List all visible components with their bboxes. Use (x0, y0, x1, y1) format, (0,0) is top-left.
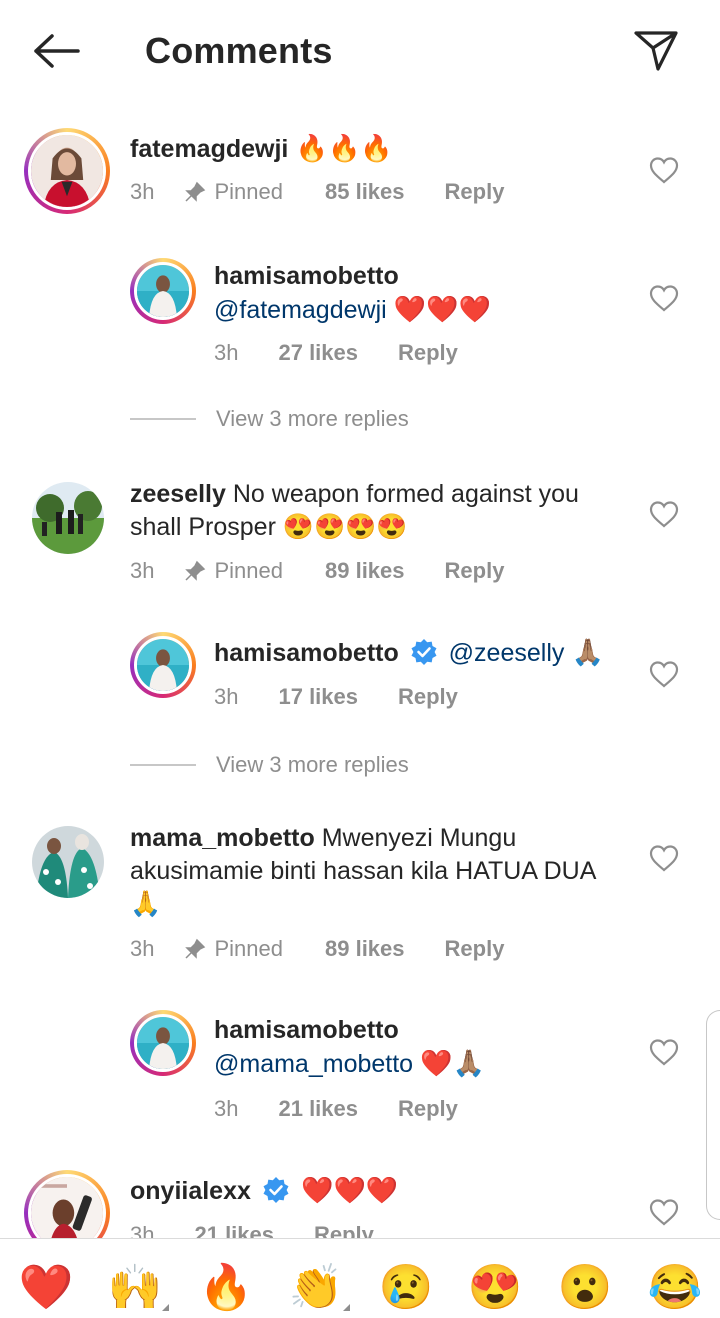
comment-username[interactable]: hamisamobetto (214, 1014, 634, 1047)
reply-button[interactable]: Reply (445, 558, 505, 584)
share-button[interactable] (628, 26, 684, 76)
comment-meta: 3h Pinned 89 likes Reply (130, 936, 504, 962)
avatar[interactable] (24, 1170, 110, 1238)
comment-time: 3h (130, 1222, 155, 1238)
comment-meta: 3h 27 likes Reply (214, 340, 458, 366)
arrow-left-icon (34, 34, 80, 68)
view-more-replies[interactable]: View 3 more replies (130, 406, 409, 432)
comment-username[interactable]: mama_mobetto (130, 824, 315, 852)
reply-button[interactable]: Reply (398, 684, 458, 710)
comment-time: 3h (214, 340, 239, 365)
comment-time: 3h (130, 179, 155, 204)
reply-button[interactable]: Reply (445, 179, 505, 205)
avatar[interactable] (130, 1010, 196, 1076)
avatar[interactable] (32, 482, 104, 554)
surprised-face-emoji[interactable]: 😮 (557, 1261, 613, 1315)
comment-time: 3h (130, 936, 155, 961)
reply-button[interactable]: Reply (398, 1096, 458, 1122)
view-more-replies[interactable]: View 3 more replies (130, 752, 409, 778)
heart-outline-icon[interactable] (649, 1198, 679, 1226)
likes-count[interactable]: 27 likes (278, 340, 358, 366)
variant-indicator-icon (343, 1304, 350, 1311)
comment-username[interactable]: fatemagdewji (130, 135, 288, 163)
comment-text: ❤️🙏🏽 (413, 1048, 486, 1078)
avatar[interactable] (32, 826, 104, 898)
comment-username[interactable]: hamisamobetto (214, 260, 634, 293)
comment-time: 3h (130, 558, 155, 583)
paper-plane-icon (634, 31, 678, 71)
avatar[interactable] (130, 258, 196, 324)
comment-meta: 3h 21 likes Reply (214, 1096, 458, 1122)
heart-outline-icon[interactable] (649, 660, 679, 688)
verified-badge-icon (263, 1177, 289, 1203)
clapping-hands-emoji[interactable]: 👏 (288, 1261, 350, 1315)
red-heart-emoji[interactable]: ❤️ (18, 1261, 74, 1315)
comment-text: ❤️❤️❤️ (386, 294, 492, 324)
reply-button[interactable]: Reply (445, 936, 505, 962)
comment-username[interactable]: zeeselly (130, 480, 226, 508)
comment-meta: 3h Pinned 89 likes Reply (130, 558, 504, 584)
pinned-label: Pinned (184, 936, 283, 962)
emoji-quick-bar: ❤️ 🙌 🔥 👏 😢 😍 😮 😂 (0, 1238, 720, 1318)
comment-time: 3h (214, 684, 239, 709)
comment-text: ❤️❤️❤️ (293, 1175, 399, 1205)
scroll-handle[interactable] (706, 1010, 720, 1220)
mention-link[interactable]: @zeeselly (449, 639, 565, 667)
view-more-label: View 3 more replies (216, 406, 409, 431)
reply-button[interactable]: Reply (314, 1222, 374, 1238)
likes-count[interactable]: 21 likes (194, 1222, 274, 1238)
raising-hands-emoji[interactable]: 🙌 (107, 1261, 169, 1315)
pin-icon (185, 181, 206, 202)
heart-outline-icon[interactable] (649, 844, 679, 872)
comments-list[interactable]: fatemagdewji 🔥🔥🔥 3h Pinned 85 likes Repl… (0, 100, 720, 1238)
divider (130, 418, 196, 420)
avatar[interactable] (24, 128, 110, 214)
crying-face-emoji[interactable]: 😢 (378, 1261, 434, 1315)
divider (130, 764, 196, 766)
page-title: Comments (145, 30, 333, 71)
comment-meta: 3h 17 likes Reply (214, 684, 458, 710)
pinned-label: Pinned (184, 558, 283, 584)
comment-text: 🙏🏽 (564, 637, 604, 667)
likes-count[interactable]: 21 likes (278, 1096, 358, 1122)
heart-outline-icon[interactable] (649, 284, 679, 312)
back-button[interactable] (28, 26, 84, 76)
heart-outline-icon[interactable] (649, 156, 679, 184)
view-more-label: View 3 more replies (216, 752, 409, 777)
fire-emoji[interactable]: 🔥 (198, 1261, 254, 1315)
pinned-label: Pinned (184, 179, 283, 205)
likes-count[interactable]: 89 likes (325, 558, 405, 584)
mention-link[interactable]: @mama_mobetto (214, 1050, 413, 1078)
comment-username[interactable]: hamisamobetto (214, 639, 399, 667)
verified-badge-icon (411, 639, 437, 665)
comment-username[interactable]: onyiialexx (130, 1177, 251, 1205)
comment-meta: 3h Pinned 85 likes Reply (130, 179, 504, 205)
likes-count[interactable]: 85 likes (325, 179, 405, 205)
mention-link[interactable]: @fatemagdewji (214, 296, 387, 324)
pin-icon (185, 938, 206, 959)
heart-outline-icon[interactable] (649, 500, 679, 528)
comment-text: 🔥🔥🔥 (288, 133, 393, 163)
tears-of-joy-emoji[interactable]: 😂 (647, 1261, 703, 1315)
top-bar: Comments (0, 0, 720, 100)
pin-icon (185, 560, 206, 581)
heart-outline-icon[interactable] (649, 1038, 679, 1066)
likes-count[interactable]: 17 likes (278, 684, 358, 710)
comment-meta: 3h 21 likes Reply (130, 1222, 374, 1238)
comment-time: 3h (214, 1096, 239, 1121)
variant-indicator-icon (162, 1304, 169, 1311)
reply-button[interactable]: Reply (398, 340, 458, 366)
likes-count[interactable]: 89 likes (325, 936, 405, 962)
avatar[interactable] (130, 632, 196, 698)
heart-eyes-emoji[interactable]: 😍 (467, 1261, 523, 1315)
